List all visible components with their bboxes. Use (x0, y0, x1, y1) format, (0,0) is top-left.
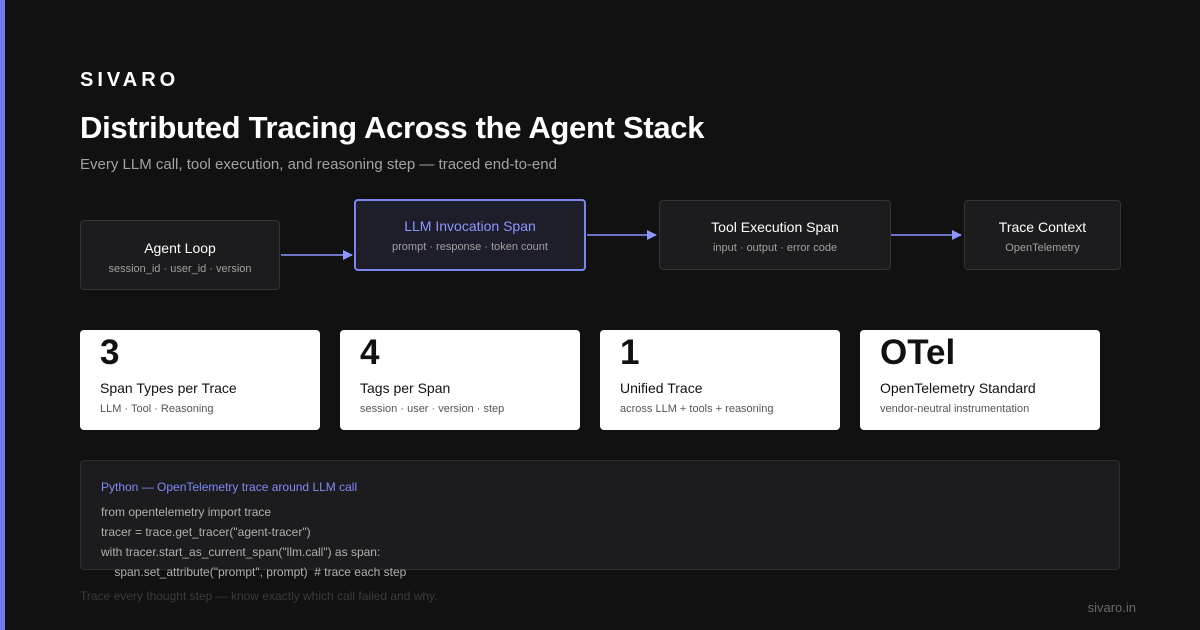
stat-card-unified-trace: 1 Unified Trace across LLM + tools + rea… (600, 330, 840, 430)
code-line: from opentelemetry import trace (101, 505, 272, 519)
stat-value: 4 (360, 333, 380, 372)
stat-value: 3 (100, 333, 120, 372)
stat-card-span-types: 3 Span Types per Trace LLM · Tool · Reas… (80, 330, 320, 430)
stat-card-otel: OTel OpenTelemetry Standard vendor-neutr… (860, 330, 1100, 430)
stat-label: OpenTelemetry Standard (880, 380, 1036, 396)
stat-card-tags: 4 Tags per Span session · user · version… (340, 330, 580, 430)
code-line: tracer = trace.get_tracer("agent-tracer"… (101, 525, 311, 539)
footer-url: sivaro.in (1087, 600, 1136, 615)
stat-subtext: LLM · Tool · Reasoning (100, 403, 214, 415)
code-title: Python — OpenTelemetry trace around LLM … (101, 480, 358, 494)
code-panel: Python — OpenTelemetry trace around LLM … (80, 460, 1120, 579)
stat-label: Tags per Span (360, 380, 451, 396)
stat-label: Span Types per Trace (100, 380, 237, 396)
stat-subtext: across LLM + tools + reasoning (620, 403, 774, 415)
code-line: span.set_attribute("prompt", prompt) # t… (101, 565, 407, 579)
stat-value: 1 (620, 333, 640, 372)
stat-label: Unified Trace (620, 380, 703, 396)
footer-tagline: Trace every thought step — know exactly … (80, 589, 438, 603)
stat-subtext: session · user · version · step (360, 403, 505, 415)
stat-value: OTel (880, 333, 956, 372)
stat-subtext: vendor-neutral instrumentation (880, 403, 1030, 415)
code-line: with tracer.start_as_current_span("llm.c… (101, 545, 381, 559)
